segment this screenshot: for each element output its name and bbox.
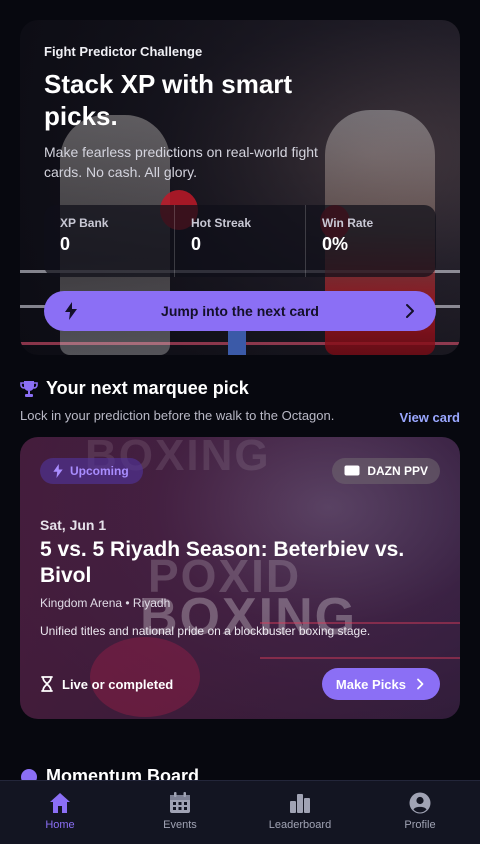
broadcast-badge: DAZN PPV (332, 458, 440, 484)
lightning-icon (53, 464, 63, 478)
upcoming-badge: Upcoming (40, 458, 143, 484)
event-status-label: Live or completed (62, 676, 174, 692)
calendar-icon (170, 792, 190, 813)
leaderboard-icon (290, 794, 310, 813)
stat-value: 0 (191, 234, 202, 254)
stat-label: Win Rate (322, 216, 374, 230)
nav-item-home[interactable]: Home (0, 781, 120, 844)
stat-label: Hot Streak (191, 216, 252, 230)
nav-label: Profile (404, 819, 436, 831)
lightning-icon (65, 302, 77, 320)
hourglass-icon (41, 676, 53, 692)
stats-panel: XP Bank 0 Hot Streak 0 Win Rate 0% (44, 205, 436, 277)
upcoming-badge-label: Upcoming (70, 464, 129, 478)
event-venue: Kingdom Arena • Riyadh (40, 596, 171, 610)
stat-hot-streak: Hot Streak 0 (174, 205, 305, 277)
ring-rope (260, 657, 460, 659)
make-picks-button[interactable]: Make Picks (321, 668, 440, 700)
event-card[interactable]: BOXING POXID BOXING Upcoming DAZN PPV Sa… (20, 437, 460, 719)
nav-label: Events (163, 819, 197, 831)
event-date: Sat, Jun 1 (40, 517, 107, 533)
chevron-right-icon (417, 678, 424, 690)
home-icon (50, 793, 70, 813)
stat-value: 0% (322, 234, 349, 254)
hero-title: Stack XP with smart picks. (44, 69, 293, 131)
nav-item-events[interactable]: Events (120, 781, 240, 844)
chevron-right-icon (406, 304, 414, 318)
profile-icon (409, 792, 431, 814)
hero-subtitle: Make fearless predictions on real-world … (44, 144, 318, 180)
section-title: Your next marquee pick (46, 378, 249, 398)
event-title: 5 vs. 5 Riyadh Season: Beterbiev vs. Biv… (40, 538, 405, 587)
bottom-nav: Home Events Leaderboard Profile (0, 780, 480, 844)
nav-item-leaderboard[interactable]: Leaderboard (240, 781, 360, 844)
trophy-icon (20, 380, 38, 397)
next-card-button-label: Jump into the next card (161, 303, 319, 319)
stat-label: XP Bank (60, 216, 109, 230)
stat-win-rate: Win Rate 0% (305, 205, 436, 277)
section-subtitle: Lock in your prediction before the walk … (20, 408, 335, 423)
stat-value: 0 (60, 234, 71, 254)
hero-card: Fight Predictor Challenge Stack XP with … (20, 20, 460, 355)
broadcast-badge-label: DAZN PPV (367, 464, 428, 478)
tv-icon (344, 465, 360, 476)
event-description: Unified titles and national pride on a b… (40, 624, 371, 638)
event-status: Live or completed (40, 676, 173, 692)
hero-eyebrow: Fight Predictor Challenge (44, 44, 203, 59)
stat-xp-bank: XP Bank 0 (44, 205, 174, 277)
nav-label: Leaderboard (268, 819, 332, 831)
background-text: BOXING (140, 588, 358, 646)
view-card-link[interactable]: View card (400, 410, 460, 425)
make-picks-button-label: Make Picks (335, 676, 406, 692)
nav-item-profile[interactable]: Profile (360, 781, 480, 844)
nav-label: Home (45, 819, 75, 831)
marquee-section-header: Your next marquee pick (20, 378, 249, 399)
next-card-button[interactable]: Jump into the next card (44, 291, 436, 331)
